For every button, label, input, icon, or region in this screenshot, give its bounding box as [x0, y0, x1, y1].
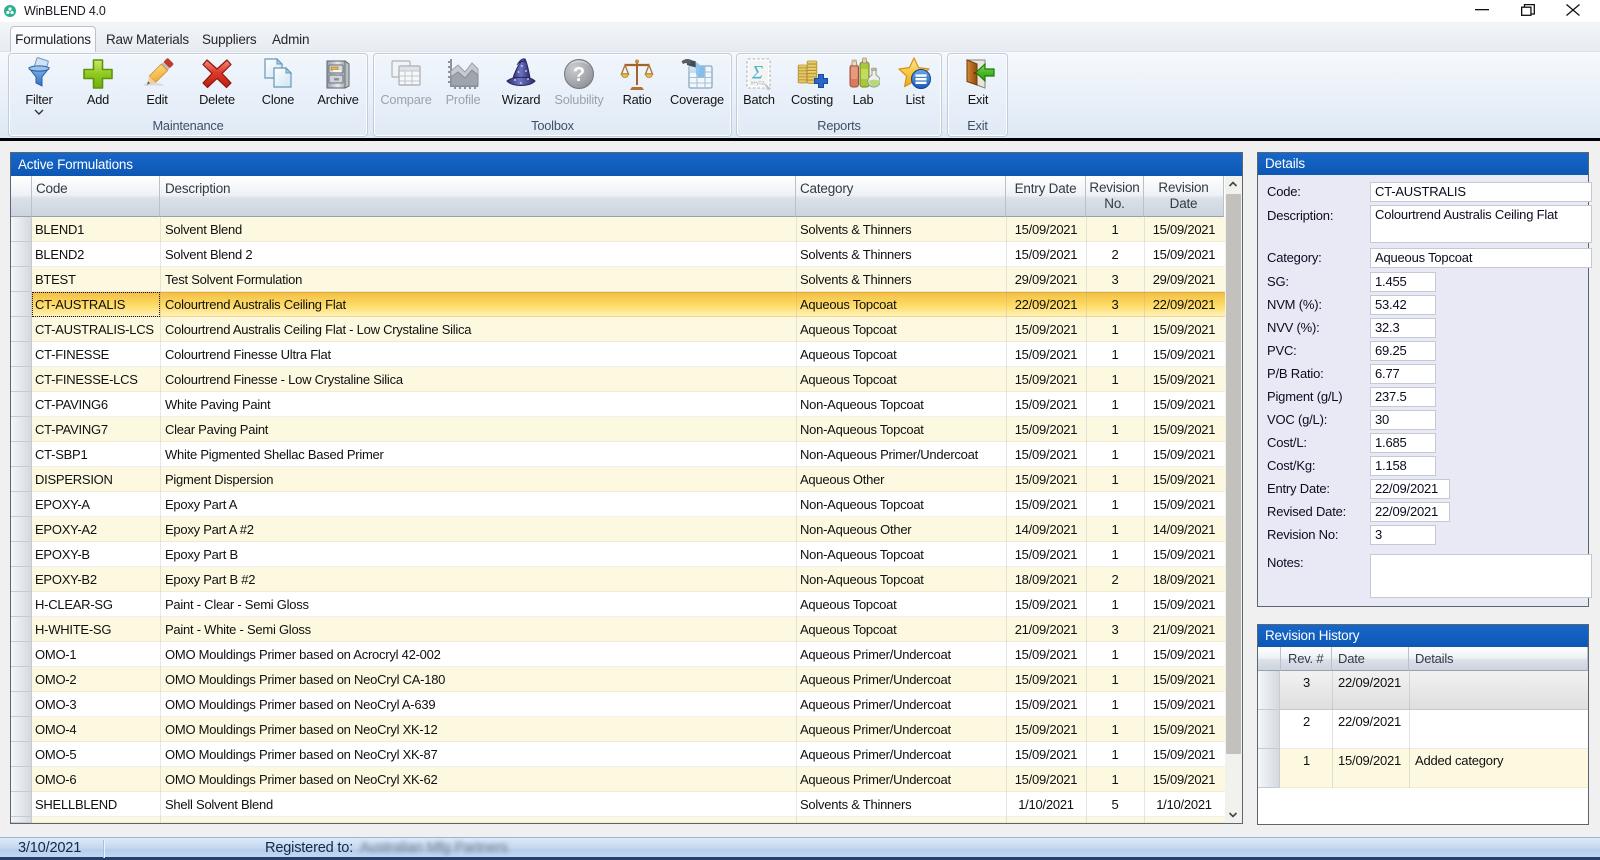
- svg-text:x+y=z: x+y=z: [751, 81, 765, 87]
- svg-text:?: ?: [573, 64, 585, 86]
